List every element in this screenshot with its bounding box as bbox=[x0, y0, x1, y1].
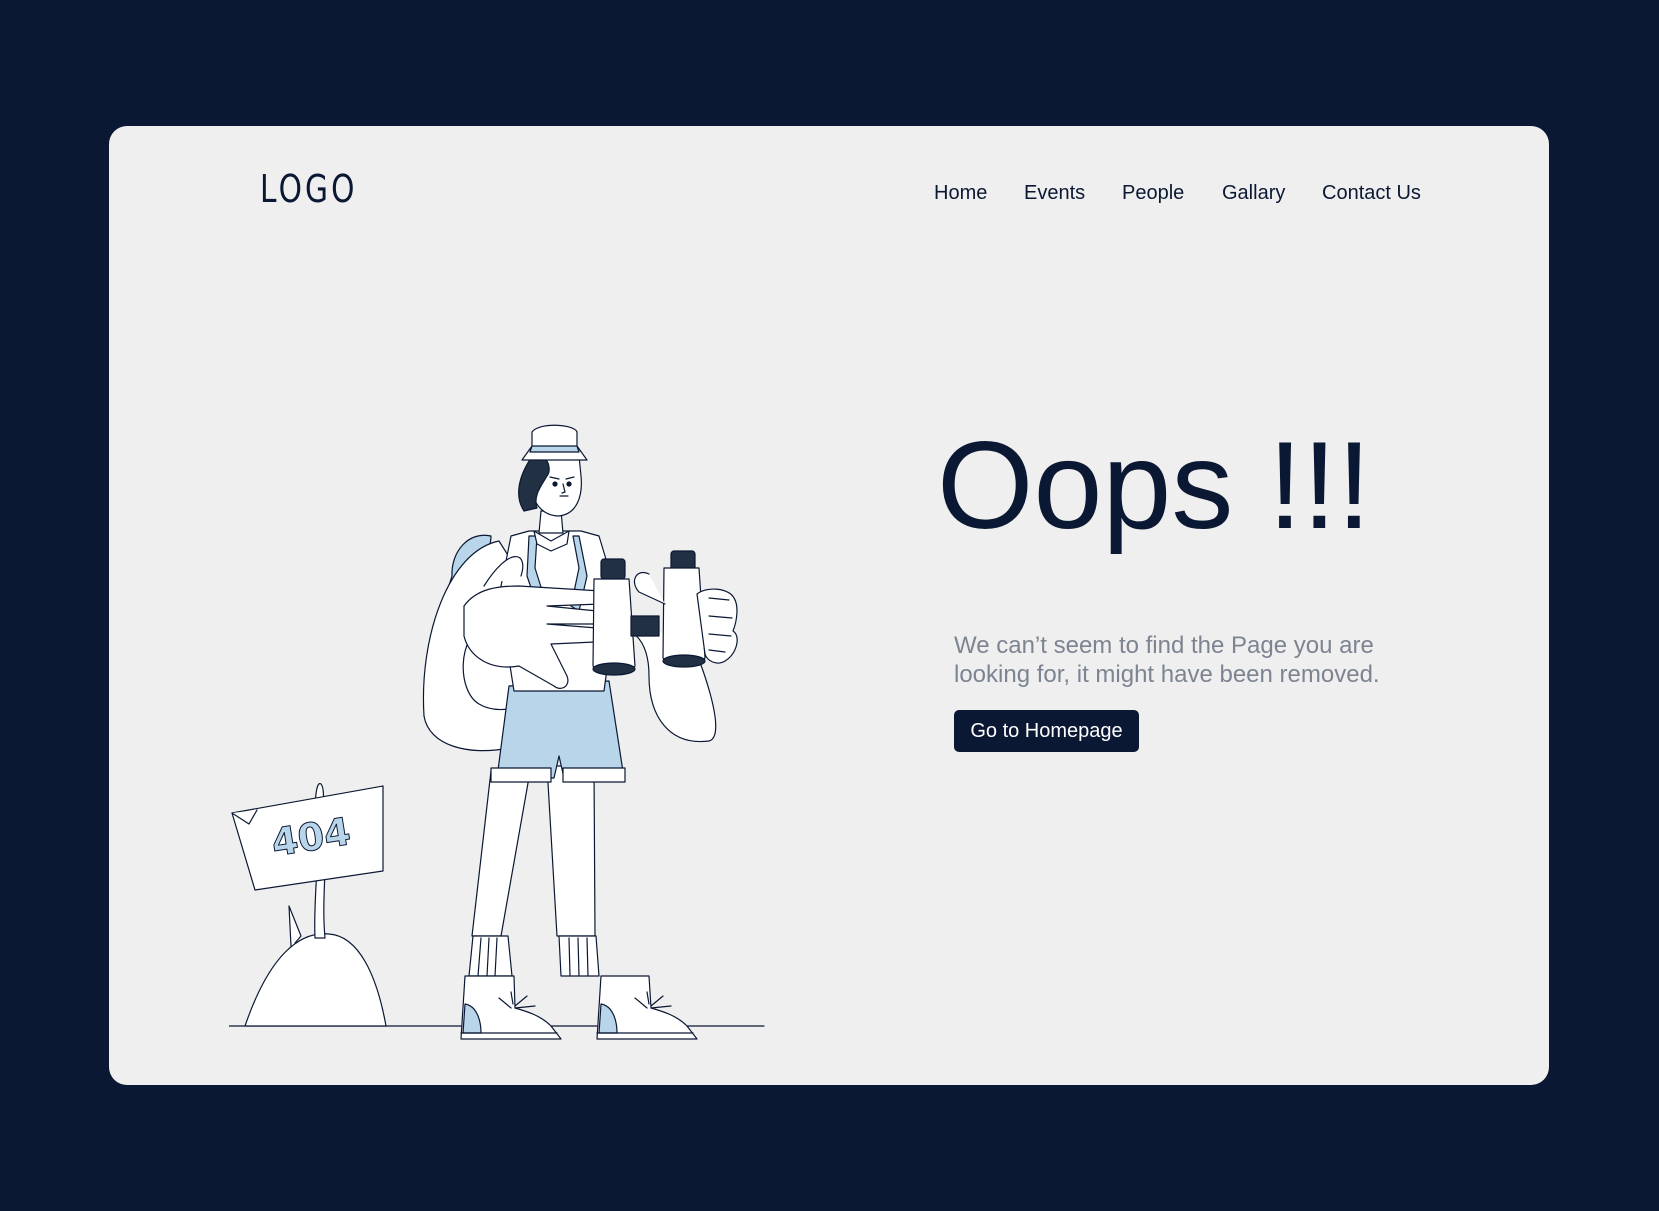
page-card: LOGO Home Events People Gallary Contact … bbox=[109, 126, 1549, 1085]
nav-gallary[interactable]: Gallary bbox=[1222, 182, 1285, 205]
nav-people[interactable]: People bbox=[1122, 182, 1184, 205]
nav-events[interactable]: Events bbox=[1024, 182, 1085, 205]
main-nav: Home Events People Gallary Contact Us bbox=[109, 182, 1549, 212]
sign-404: 404 bbox=[231, 783, 384, 939]
error-message: We can’t seem to find the Page you are l… bbox=[954, 632, 1380, 688]
nav-contact-us[interactable]: Contact Us bbox=[1322, 182, 1421, 205]
shorts bbox=[496, 680, 625, 779]
left-leg bbox=[471, 765, 532, 937]
go-to-homepage-button[interactable]: Go to Homepage bbox=[954, 710, 1139, 752]
hat bbox=[521, 424, 588, 461]
nav-home[interactable]: Home bbox=[934, 182, 987, 205]
right-leg bbox=[546, 765, 596, 937]
hiker-404-illustration: 404 bbox=[229, 424, 765, 1040]
page-title: Oops !!! bbox=[937, 417, 1372, 555]
mound bbox=[244, 933, 387, 1027]
